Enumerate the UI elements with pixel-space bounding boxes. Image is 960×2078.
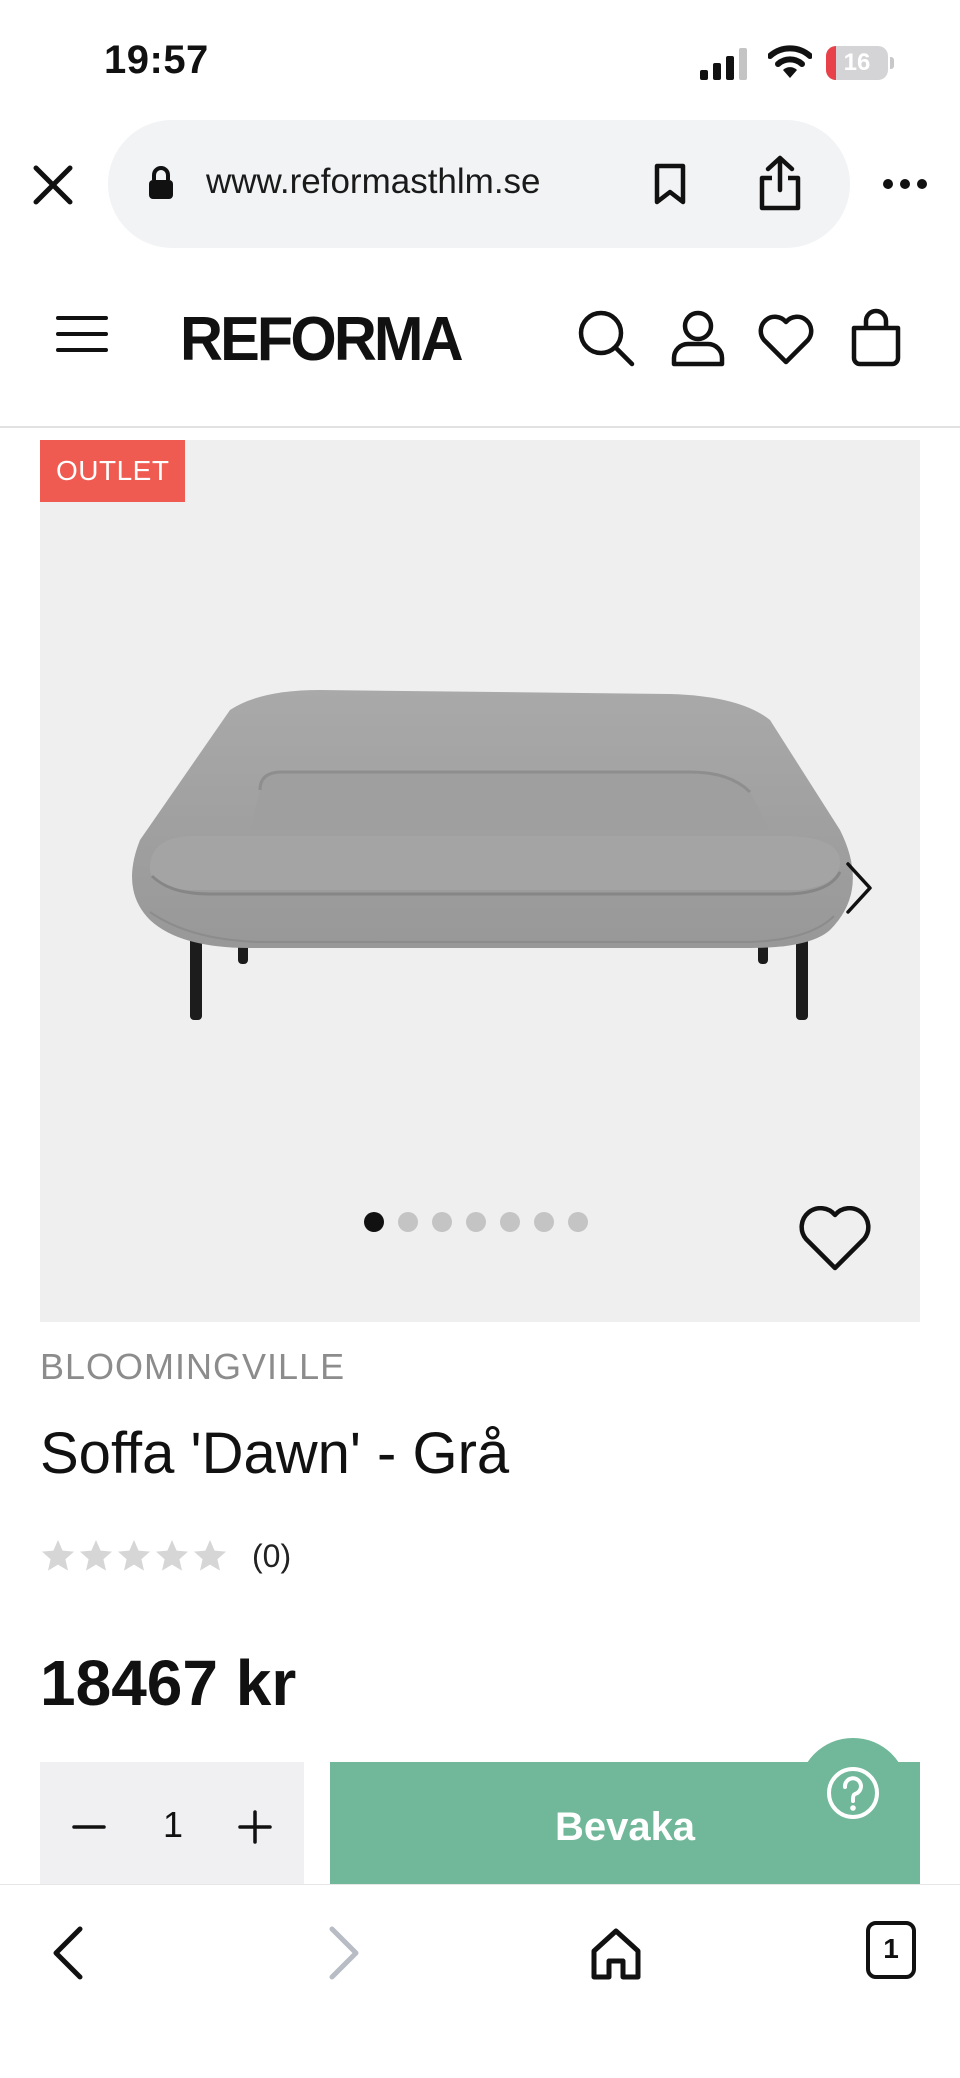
product-brand[interactable]: BLOOMINGVILLE <box>40 1346 345 1388</box>
star-icon <box>194 1540 226 1571</box>
account-icon[interactable] <box>668 308 728 368</box>
product-image-gallery[interactable]: OUTLET <box>40 440 920 1322</box>
more-icon[interactable] <box>882 176 928 192</box>
browser-bar: www.reformasthlm.se <box>0 120 960 250</box>
status-bar: 19:57 16 <box>0 0 960 120</box>
gallery-dot[interactable] <box>534 1212 554 1232</box>
rating-count: (0) <box>252 1537 292 1574</box>
product-rating[interactable]: (0) <box>40 1534 291 1578</box>
back-icon[interactable] <box>40 1923 100 1983</box>
search-icon[interactable] <box>576 308 636 368</box>
rating-stars <box>40 1538 230 1574</box>
outlet-badge: OUTLET <box>40 440 186 502</box>
url-text: www.reformasthlm.se <box>206 162 541 201</box>
star-icon <box>42 1540 74 1571</box>
star-icon <box>80 1540 112 1571</box>
status-time: 19:57 <box>104 38 209 82</box>
home-icon[interactable] <box>586 1923 646 1983</box>
bookmark-icon[interactable] <box>652 162 688 206</box>
site-logo[interactable]: REFORMA <box>180 304 464 375</box>
lock-icon <box>149 166 173 199</box>
gallery-dot[interactable] <box>398 1212 418 1232</box>
battery-level: 16 <box>843 49 871 76</box>
decrease-quantity-button[interactable] <box>64 1802 114 1852</box>
tabs-icon[interactable]: 1 <box>866 1921 916 1979</box>
gallery-dot[interactable] <box>568 1212 588 1232</box>
forward-icon[interactable] <box>312 1923 372 1983</box>
browser-bottom-toolbar: 1 <box>0 1884 960 2078</box>
address-bar[interactable]: www.reformasthlm.se <box>108 120 850 248</box>
increase-quantity-button[interactable] <box>230 1802 280 1852</box>
wishlist-icon[interactable] <box>756 308 816 368</box>
product-price: 18467 kr <box>40 1647 297 1719</box>
menu-icon[interactable] <box>56 312 108 356</box>
star-icon <box>156 1540 188 1571</box>
wifi-icon <box>768 45 812 78</box>
site-header: REFORMA <box>0 270 960 428</box>
battery-icon: 16 <box>826 46 894 80</box>
gallery-dot[interactable] <box>432 1212 452 1232</box>
gallery-pagination-dots[interactable] <box>364 1212 588 1236</box>
help-chat-button[interactable] <box>798 1738 908 1848</box>
sofa-product-image <box>132 690 853 1020</box>
quantity-value[interactable]: 1 <box>148 1804 198 1846</box>
add-to-favorites-heart-icon[interactable] <box>798 1206 872 1272</box>
product-title: Soffa 'Dawn' - Grå <box>40 1421 510 1486</box>
gallery-dot[interactable] <box>466 1212 486 1232</box>
gallery-dot[interactable] <box>364 1212 384 1232</box>
gallery-dot[interactable] <box>500 1212 520 1232</box>
star-icon <box>118 1540 150 1571</box>
quantity-stepper: 1 <box>40 1762 304 1892</box>
help-question-icon <box>827 1767 879 1819</box>
cart-icon[interactable] <box>846 308 906 368</box>
cellular-signal-icon <box>700 48 747 80</box>
next-image-arrow-icon[interactable] <box>838 858 878 918</box>
close-icon[interactable] <box>28 160 78 210</box>
share-icon[interactable] <box>756 154 804 212</box>
